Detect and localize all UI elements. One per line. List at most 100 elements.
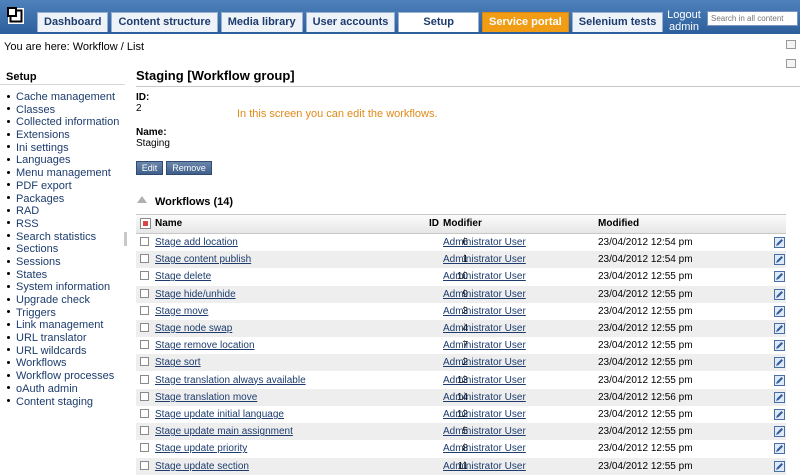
edit-button[interactable]: Edit [136, 161, 163, 175]
modifier-link[interactable]: Administrator User [443, 406, 526, 423]
row-checkbox[interactable] [140, 288, 149, 298]
workflow-name-link[interactable]: Stage update priority [155, 440, 247, 457]
remove-button[interactable]: Remove [166, 161, 212, 175]
row-checkbox[interactable] [140, 237, 149, 246]
modifier-link[interactable]: Administrator User [443, 303, 526, 320]
left-menu-item[interactable]: Search statistics [7, 231, 119, 244]
left-menu-item[interactable]: Workflows [7, 357, 119, 370]
left-menu-item[interactable]: Cache management [7, 91, 119, 104]
collapse-arrow-icon[interactable] [137, 196, 147, 203]
edit-icon[interactable] [774, 426, 785, 438]
edit-icon[interactable] [774, 288, 785, 300]
workflow-name-link[interactable]: Stage update main assignment [155, 423, 293, 440]
row-checkbox[interactable] [140, 426, 149, 436]
edit-icon[interactable] [774, 237, 785, 248]
left-menu-item[interactable]: States [7, 269, 119, 282]
left-menu-item[interactable]: Link management [7, 319, 119, 332]
tab-media-library[interactable]: Media library [220, 12, 303, 32]
left-menu-item[interactable]: oAuth admin [7, 383, 119, 396]
row-checkbox[interactable] [140, 409, 149, 418]
row-checkbox[interactable] [140, 323, 149, 332]
workflow-name-link[interactable]: Stage translation always available [155, 372, 306, 389]
edit-icon[interactable] [774, 374, 785, 386]
logout-link[interactable]: Logout admin [656, 9, 712, 33]
workflow-name-link[interactable]: Stage update section [155, 458, 249, 475]
edit-icon[interactable] [774, 460, 785, 472]
workflow-name-link[interactable]: Stage move [155, 303, 208, 320]
tab-setup[interactable]: Setup [398, 12, 479, 32]
row-checkbox[interactable] [140, 443, 149, 453]
menu-resize-handle[interactable] [124, 232, 127, 246]
left-menu-item[interactable]: System information [7, 281, 119, 294]
tab-user-accounts[interactable]: User accounts [305, 12, 396, 32]
left-menu-item[interactable]: Upgrade check [7, 294, 119, 307]
left-menu-item[interactable]: Triggers [7, 307, 119, 320]
left-menu-item[interactable]: Sections [7, 243, 119, 256]
modifier-link[interactable]: Administrator User [443, 423, 526, 440]
modifier-link[interactable]: Administrator User [443, 354, 526, 371]
left-menu-item[interactable]: RSS [7, 218, 119, 231]
left-menu-item[interactable]: Workflow processes [7, 370, 119, 383]
left-menu-item[interactable]: Languages [7, 154, 119, 167]
toggle-selection-icon[interactable] [140, 218, 151, 229]
row-checkbox[interactable] [140, 391, 149, 401]
left-menu-item[interactable]: PDF export [7, 180, 119, 193]
bullet-icon [7, 348, 10, 352]
modifier-link[interactable]: Administrator User [443, 458, 526, 475]
modifier-link[interactable]: Administrator User [443, 372, 526, 389]
modifier-link[interactable]: Administrator User [443, 389, 526, 406]
bullet-icon [7, 361, 10, 365]
left-menu-item[interactable]: RAD [7, 205, 119, 218]
panel-toggle-icon[interactable] [786, 59, 796, 68]
collapse-toggle-icon[interactable] [786, 40, 796, 49]
left-menu-item[interactable]: Sessions [7, 256, 119, 269]
row-checkbox[interactable] [140, 305, 149, 315]
modifier-link[interactable]: Administrator User [443, 268, 526, 285]
workflow-name-link[interactable]: Stage sort [155, 354, 201, 371]
modifier-link[interactable]: Administrator User [443, 320, 526, 337]
tab-dashboard[interactable]: Dashboard [37, 12, 109, 32]
row-checkbox[interactable] [140, 357, 149, 367]
left-menu-item[interactable]: Packages [7, 193, 119, 206]
workflow-name-link[interactable]: Stage translation move [155, 389, 257, 406]
edit-icon[interactable] [774, 409, 785, 420]
row-checkbox[interactable] [140, 271, 149, 281]
tab-service-portal[interactable]: Service portal [481, 12, 569, 32]
edit-icon[interactable] [774, 391, 785, 403]
left-menu-item[interactable]: Collected information [7, 116, 119, 129]
ez-logo-icon[interactable] [7, 7, 25, 25]
modifier-link[interactable]: Administrator User [443, 286, 526, 303]
left-menu-item[interactable]: URL wildcards [7, 345, 119, 358]
left-menu-item[interactable]: Ini settings [7, 142, 119, 155]
left-menu-item[interactable]: Content staging [7, 396, 119, 409]
left-menu-item[interactable]: URL translator [7, 332, 119, 345]
workflow-name-link[interactable]: Stage remove location [155, 337, 255, 354]
row-checkbox[interactable] [140, 340, 149, 350]
workflow-name-link[interactable]: Stage hide/unhide [155, 286, 236, 303]
left-menu-item[interactable]: Extensions [7, 129, 119, 142]
edit-icon[interactable] [774, 271, 785, 283]
edit-icon[interactable] [774, 323, 785, 334]
modifier-link[interactable]: Administrator User [443, 440, 526, 457]
search-input[interactable] [707, 11, 798, 26]
modifier-link[interactable]: Administrator User [443, 337, 526, 354]
row-checkbox[interactable] [140, 254, 149, 264]
row-checkbox[interactable] [140, 374, 149, 384]
workflow-name-link[interactable]: Stage content publish [155, 251, 251, 268]
row-checkbox[interactable] [140, 460, 149, 470]
left-menu-item[interactable]: Classes [7, 104, 119, 117]
edit-icon[interactable] [774, 357, 785, 369]
tab-content-structure[interactable]: Content structure [111, 12, 218, 32]
edit-icon[interactable] [774, 340, 785, 352]
edit-icon[interactable] [774, 443, 785, 455]
workflow-name-link[interactable]: Stage delete [155, 268, 211, 285]
edit-icon[interactable] [774, 305, 785, 317]
tab-selenium-tests[interactable]: Selenium tests [571, 12, 664, 32]
edit-icon[interactable] [774, 254, 785, 266]
left-menu-item[interactable]: Menu management [7, 167, 119, 180]
workflow-name-link[interactable]: Stage update initial language [155, 406, 284, 423]
workflow-name-link[interactable]: Stage add location [155, 234, 238, 251]
modifier-link[interactable]: Administrator User [443, 251, 526, 268]
modifier-link[interactable]: Administrator User [443, 234, 526, 251]
workflow-name-link[interactable]: Stage node swap [155, 320, 232, 337]
